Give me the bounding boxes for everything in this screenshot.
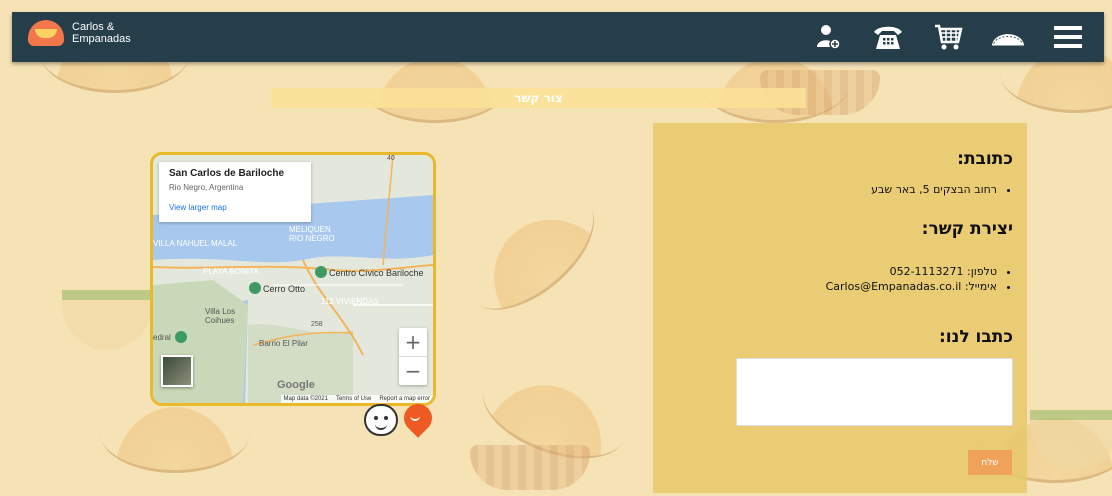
satellite-view-toggle[interactable]	[161, 355, 193, 387]
map-label-viviendas: 112 VIVIENDAS	[321, 297, 379, 306]
cart-icon[interactable]	[930, 21, 966, 53]
salsa-bowl-decoration	[62, 290, 152, 350]
user-add-icon[interactable]	[810, 21, 846, 53]
empanada-icon[interactable]	[990, 21, 1026, 53]
map-label-villa-nahuel-malal: VILLA NAHUEL MALAL	[153, 239, 238, 248]
route-258-shield: 258	[311, 321, 323, 328]
map-label-edral: edral	[153, 333, 171, 342]
brand[interactable]: Carlos & Empanadas	[28, 20, 131, 46]
map-label-barrio-el-pilar: Barrio El Pilar	[259, 339, 308, 348]
page-title: צור קשר	[271, 88, 806, 108]
zoom-in-button[interactable]: +	[399, 328, 427, 356]
address-heading: כתובת:	[957, 149, 1013, 169]
navbar: Carlos & Empanadas	[12, 12, 1104, 62]
map-place-card: San Carlos de Bariloche Rio Negro, Argen…	[159, 162, 311, 222]
contact-panel: כתובת: רחוב הבצקים 5, באר שבע יצירת קשר:…	[653, 123, 1027, 493]
message-textarea[interactable]	[736, 358, 1013, 426]
report-map-error-link[interactable]: Report a map error	[379, 396, 430, 402]
zoom-out-button[interactable]: −	[399, 356, 427, 385]
brand-name-line2: Empanadas	[72, 33, 131, 45]
map-place-region: Rio Negro, Argentina	[169, 183, 244, 192]
map-label-centro-civico: Centro Cívico Bariloche	[329, 268, 424, 278]
view-larger-map-link[interactable]: View larger map	[169, 203, 301, 212]
send-button[interactable]: שלח	[968, 450, 1012, 475]
address-list: רחוב הבצקים 5, באר שבע	[871, 183, 997, 198]
map-data-credit: Map data ©2021	[283, 396, 328, 402]
address-item: רחוב הבצקים 5, באר שבע	[871, 183, 997, 196]
route-40-shield: 40	[387, 155, 395, 162]
map-label-cerro-otto: Cerro Otto	[263, 284, 306, 294]
phone-item: טלפון: 052-1113271	[826, 265, 997, 278]
contact-heading: יצירת קשר:	[921, 219, 1013, 239]
brand-name: Carlos & Empanadas	[72, 21, 131, 45]
embedded-map[interactable]: VILLA NAHUEL MALAL PLAYA BONITA MELIQUEN…	[150, 152, 436, 406]
nav-icons	[810, 21, 1086, 53]
basket-decoration	[470, 445, 590, 490]
empanada-decoration	[445, 171, 615, 332]
map-footer: Map data ©2021 Terms of Use Report a map…	[280, 395, 433, 403]
map-label-playa-bonita: PLAYA BONITA	[203, 267, 259, 276]
menu-icon[interactable]	[1050, 21, 1086, 53]
contact-list: טלפון: 052-1113271 אימייל: Carlos@Empana…	[826, 265, 997, 295]
phone-icon[interactable]	[870, 21, 906, 53]
waze-icon[interactable]	[364, 404, 398, 436]
terms-of-use-link[interactable]: Terms of Use	[336, 396, 371, 402]
map-label-villa-los-coihues: Villa Los Coihues	[205, 307, 236, 325]
email-item: אימייל: Carlos@Empanadas.co.il	[826, 280, 997, 293]
map-label-melipal: MELIQUEN RIO NEGRO	[289, 225, 335, 243]
brand-name-line1: Carlos &	[72, 21, 115, 33]
empanada-logo-icon	[28, 20, 64, 46]
map-zoom-controls: + −	[399, 328, 427, 385]
write-us-heading: כתבו לנו:	[939, 327, 1013, 347]
google-logo: Google	[277, 379, 315, 391]
map-place-name: San Carlos de Bariloche	[169, 168, 285, 179]
